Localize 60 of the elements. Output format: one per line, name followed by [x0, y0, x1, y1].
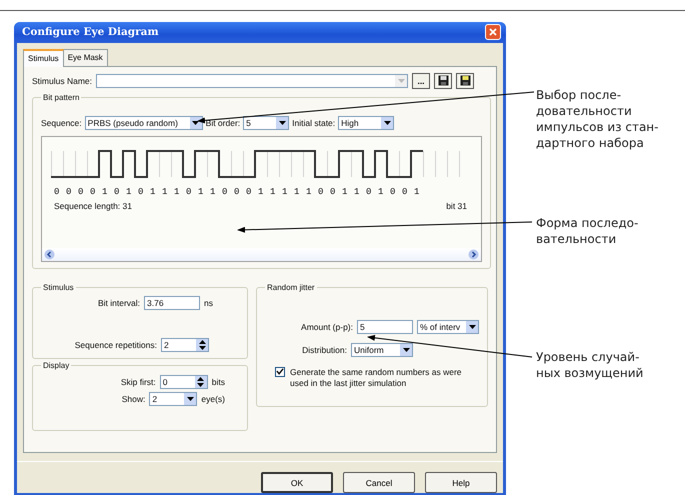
- cancel-button[interactable]: Cancel: [343, 472, 415, 493]
- spin-arrows-icon: [198, 338, 206, 351]
- save-as-button[interactable]: [456, 72, 474, 89]
- scrollbar[interactable]: [42, 248, 481, 261]
- group-title: Stimulus: [42, 282, 75, 292]
- ok-button[interactable]: OK: [261, 472, 333, 493]
- unit-label: eye(s): [201, 394, 225, 404]
- stimulus-name-field[interactable]: [96, 74, 408, 88]
- amount-field[interactable]: 5: [357, 320, 413, 334]
- field-label: Bit interval:: [98, 298, 140, 308]
- callout-text: Уровень случай- ных возмущений: [536, 349, 644, 381]
- field-label: Distribution:: [302, 344, 347, 355]
- bit-order-dropdown[interactable]: 5: [243, 116, 290, 130]
- caret-icon: [398, 78, 404, 83]
- spin-arrows-icon: [197, 376, 204, 388]
- floppy-icon: [460, 75, 470, 86]
- caret-icon: [192, 120, 200, 125]
- close-button[interactable]: [485, 24, 501, 40]
- repetitions-spinbox[interactable]: 2: [161, 338, 209, 352]
- show-dropdown[interactable]: 2: [149, 392, 198, 406]
- checkbox[interactable]: [275, 366, 285, 377]
- sequence-length: Sequence length: 31: [54, 200, 132, 211]
- amount-unit-dropdown[interactable]: % of interv: [417, 320, 479, 334]
- caret-icon: [402, 348, 410, 352]
- checkbox-label: Generate the same random numbers as were used in the last jitter simulation: [290, 366, 463, 389]
- field-label: Show:: [122, 394, 146, 404]
- bit-marker: bit 31: [446, 200, 467, 211]
- scroll-left-icon[interactable]: [44, 248, 55, 260]
- group-title: Random jitter: [266, 282, 316, 292]
- skip-first-spinbox[interactable]: 0: [160, 374, 208, 389]
- distribution-dropdown[interactable]: Uniform: [351, 342, 413, 357]
- field-label: Initial state:: [292, 118, 336, 128]
- field-label: Amount (p-p):: [301, 322, 353, 332]
- caret-icon: [278, 120, 286, 125]
- scroll-right-icon[interactable]: [468, 248, 479, 260]
- field-label: Skip first:: [120, 376, 156, 387]
- floppy-icon: [438, 75, 448, 86]
- tab[interactable]: Stimulus: [23, 48, 64, 67]
- unit-label: bits: [212, 376, 225, 387]
- group-title: Bit pattern: [42, 92, 80, 102]
- save-button[interactable]: [434, 72, 452, 89]
- initial-state-dropdown[interactable]: High: [338, 116, 394, 130]
- callout-text: Выбор после- довательности импульсов из стан- дартного набора: [536, 87, 658, 151]
- browse-button[interactable]: ...: [412, 72, 430, 89]
- field-label: Sequence:: [41, 118, 82, 128]
- group-title: Display: [42, 360, 70, 370]
- sequence-dropdown[interactable]: PRBS (pseudo random): [84, 116, 203, 130]
- callout-text: Форма последо- вательности: [536, 215, 640, 247]
- caret-icon: [186, 396, 194, 401]
- bit-interval-field[interactable]: 3.76: [144, 296, 200, 310]
- tab[interactable]: Eye Mask: [62, 48, 108, 66]
- help-button[interactable]: Help: [425, 472, 497, 493]
- caret-icon: [468, 324, 476, 329]
- field-label: Sequence repetitions:: [74, 340, 157, 350]
- bit-sequence: 0 0 0 0 1 0 1 0 1 1 1 0 1 1 0 0 0 1 1 1 1 1 0 0 1 1 0 1 0 0 1: [54, 186, 422, 197]
- close-icon: [489, 28, 497, 36]
- field-label: Stimulus Name:: [32, 76, 92, 86]
- unit-label: ns: [204, 298, 213, 308]
- window-title: Configure Eye Diagram: [22, 26, 159, 38]
- caret-icon: [384, 120, 391, 125]
